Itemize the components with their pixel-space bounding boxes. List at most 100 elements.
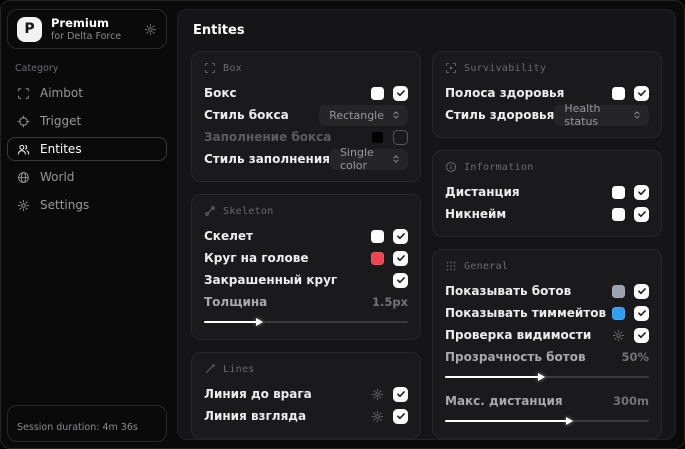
checkbox[interactable]: [634, 85, 649, 101]
session-duration-label: Session duration: 4m 36s: [17, 422, 138, 433]
checkbox[interactable]: [634, 206, 649, 222]
setting-label: Проверка видимости: [445, 328, 592, 342]
slider-value: 300m: [613, 394, 649, 408]
app-window: P Premium for Delta Force Category Aimbo…: [0, 0, 685, 449]
checkbox[interactable]: [634, 283, 649, 299]
slider-thumb[interactable]: [566, 417, 574, 425]
setting-row: Стиль здоровья Health status: [445, 102, 649, 128]
bone-icon: [204, 205, 216, 217]
selected-option: Health status: [564, 102, 601, 128]
setting-row: Макс. дистанция 300m: [445, 390, 649, 427]
max-distance-slider[interactable]: [445, 415, 649, 427]
setting-row: Заполнение бокса: [204, 126, 408, 148]
line-icon: [204, 363, 216, 375]
card-survivability: Survivability Полоса здоровья Стиль здор…: [432, 51, 662, 138]
setting-row: Линия до врага: [204, 383, 408, 405]
page-title: Entites: [193, 23, 245, 38]
premium-card: P Premium for Delta Force: [7, 9, 167, 49]
slider-thumb[interactable]: [537, 373, 545, 381]
checkbox[interactable]: [393, 85, 408, 101]
info-icon: [445, 161, 457, 173]
color-swatch[interactable]: [612, 306, 625, 320]
setting-row: Никнейм: [445, 203, 649, 225]
setting-row: Стиль заполнения Single color: [204, 146, 408, 172]
main-panel: Entites Box Бокс Стиль бокса Rectangle З…: [177, 9, 676, 440]
sidebar-item-trigget[interactable]: Trigget: [7, 109, 167, 133]
scan-icon: [17, 87, 30, 100]
section-title: Information: [464, 161, 534, 173]
setting-label: Бокс: [204, 86, 237, 100]
setting-label: Показывать тиммейтов: [445, 306, 607, 320]
bot-opacity-slider[interactable]: [445, 371, 649, 383]
setting-row: Стиль бокса Rectangle: [204, 104, 408, 126]
app-logo: P: [17, 16, 42, 42]
settings-gear-icon[interactable]: [144, 23, 157, 36]
sidebar-item-label: Aimbot: [40, 86, 83, 100]
thickness-slider[interactable]: [204, 316, 408, 328]
selected-option: Single color: [339, 146, 374, 172]
card-skeleton: Skeleton Скелет Круг на голове Закрашенн…: [191, 194, 421, 340]
card-box: Box Бокс Стиль бокса Rectangle Заполнени…: [191, 51, 421, 182]
chevrons-up-down-icon: [391, 154, 401, 164]
checkbox[interactable]: [393, 228, 408, 244]
setting-label: Макс. дистанция: [445, 394, 563, 408]
setting-label: Линия взгляда: [204, 409, 307, 423]
setting-row: Линия взгляда: [204, 405, 408, 427]
card-information: Information Дистанция Никнейм: [432, 150, 662, 237]
setting-label: Скелет: [204, 229, 253, 243]
visibility-settings-gear-icon[interactable]: [612, 329, 625, 342]
sidebar-item-label: Trigget: [40, 114, 82, 128]
color-swatch[interactable]: [371, 251, 384, 265]
users-icon: [17, 143, 30, 156]
sidebar-item-aimbot[interactable]: Aimbot: [7, 81, 167, 105]
color-swatch[interactable]: [371, 229, 384, 243]
survivability-icon: [445, 62, 457, 74]
checkbox[interactable]: [393, 272, 408, 288]
setting-label: Стиль здоровья: [445, 108, 555, 122]
checkbox[interactable]: [393, 250, 408, 266]
line-settings-gear-icon[interactable]: [371, 388, 384, 401]
setting-label: Полоса здоровья: [445, 86, 565, 100]
checkbox[interactable]: [634, 184, 649, 200]
setting-label: Никнейм: [445, 207, 507, 221]
sidebar-item-label: Entites: [40, 142, 82, 156]
setting-label: Закрашенный круг: [204, 273, 338, 287]
color-swatch[interactable]: [612, 86, 625, 100]
setting-row: Дистанция: [445, 181, 649, 203]
premium-title: Premium: [51, 16, 109, 30]
setting-row: Проверка видимости: [445, 324, 649, 346]
setting-label: Круг на голове: [204, 251, 309, 265]
setting-row: Показывать тиммейтов: [445, 302, 649, 324]
line-settings-gear-icon[interactable]: [371, 410, 384, 423]
health-style-select[interactable]: Health status: [554, 102, 649, 128]
globe-icon: [17, 171, 30, 184]
color-swatch[interactable]: [612, 284, 625, 298]
slider-value: 50%: [621, 350, 649, 364]
checkbox[interactable]: [393, 408, 408, 424]
section-title: General: [464, 260, 509, 272]
premium-subtitle: for Delta Force: [51, 31, 122, 42]
card-lines: Lines Линия до врага Линия взгляда: [191, 352, 421, 439]
slider-thumb[interactable]: [256, 318, 264, 326]
section-title: Lines: [223, 363, 255, 375]
sidebar-item-world[interactable]: World: [7, 165, 167, 189]
checkbox[interactable]: [634, 305, 649, 321]
grid-icon: [445, 260, 457, 272]
color-swatch[interactable]: [612, 185, 625, 199]
fill-style-select[interactable]: Single color: [329, 146, 408, 172]
checkbox[interactable]: [634, 327, 649, 343]
color-swatch[interactable]: [612, 207, 625, 221]
box-style-select[interactable]: Rectangle: [319, 104, 408, 126]
setting-row: Показывать ботов: [445, 280, 649, 302]
color-swatch[interactable]: [371, 86, 384, 100]
checkbox[interactable]: [393, 386, 408, 402]
category-label: Category: [15, 63, 59, 74]
session-duration-card: Session duration: 4m 36s: [7, 405, 167, 442]
setting-label: Дистанция: [445, 185, 520, 199]
setting-row: Скелет: [204, 225, 408, 247]
sidebar-item-settings[interactable]: Settings: [7, 193, 167, 217]
checkbox[interactable]: [393, 129, 408, 145]
sidebar-item-entites[interactable]: Entites: [7, 137, 167, 161]
setting-label: Показывать ботов: [445, 284, 572, 298]
color-swatch[interactable]: [371, 130, 384, 144]
